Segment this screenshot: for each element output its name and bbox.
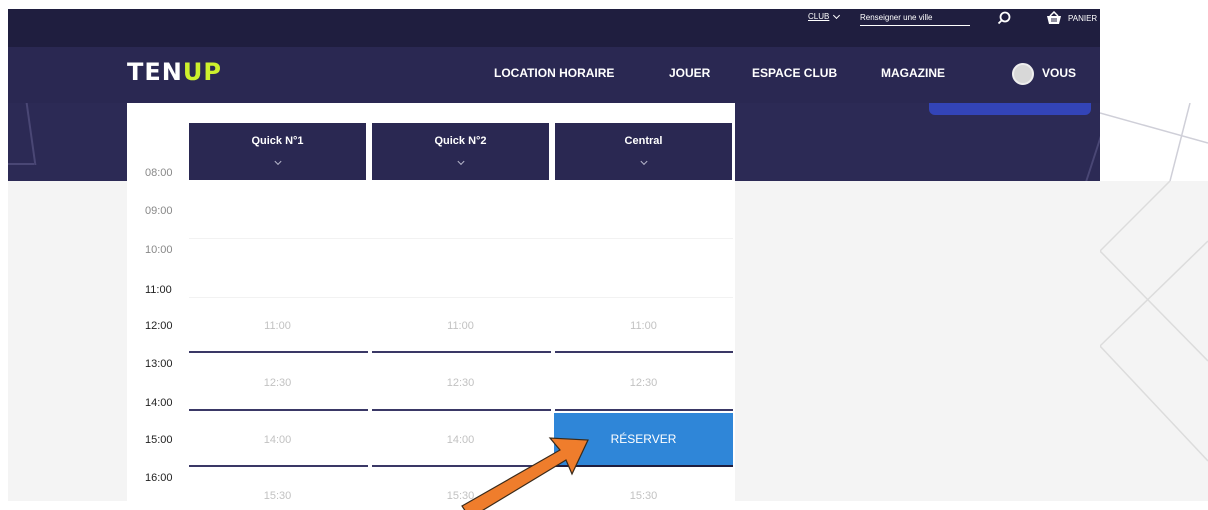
slot-time[interactable]: 11:00 <box>189 320 366 332</box>
logo-text-up: UP <box>182 58 222 86</box>
hour-label: 11:00 <box>145 284 172 296</box>
slot-separator <box>372 409 551 411</box>
grid-divider <box>189 238 733 239</box>
logo-text-ten: TEN <box>127 58 183 86</box>
nav-jouer[interactable]: JOUER <box>669 66 710 80</box>
nav-location-horaire[interactable]: LOCATION HORAIRE <box>494 66 614 80</box>
slot-time[interactable]: 11:00 <box>555 320 732 332</box>
page-background-right <box>1100 181 1208 501</box>
slot-separator <box>189 465 368 467</box>
nav-vous[interactable]: VOUS <box>1042 66 1076 80</box>
hour-label: 08:00 <box>145 167 173 179</box>
slot-separator <box>372 351 551 353</box>
page-background-left <box>8 181 127 501</box>
slot-time[interactable]: 12:30 <box>555 377 732 389</box>
slot-time[interactable]: 15:30 <box>189 490 366 502</box>
page-background-mid <box>735 181 1100 501</box>
court-line-decor <box>25 103 37 165</box>
basket-icon <box>1047 11 1061 24</box>
cart-label: PANIER <box>1068 13 1098 23</box>
slot-separator <box>555 409 733 411</box>
court-line-decor <box>8 163 34 165</box>
slot-separator <box>189 351 368 353</box>
tenup-logo[interactable]: TENUP <box>127 58 222 86</box>
chevron-down-icon <box>639 157 648 166</box>
court-name: Quick N°1 <box>251 135 304 147</box>
hour-label: 16:00 <box>145 472 173 484</box>
utility-bar <box>0 0 1208 48</box>
hour-label: 12:00 <box>145 320 173 332</box>
court-header-quick-2[interactable]: Quick N°2 <box>372 123 549 180</box>
slot-time[interactable]: 14:00 <box>189 434 366 446</box>
slot-time[interactable]: 11:00 <box>372 320 549 332</box>
slot-separator <box>189 409 368 411</box>
city-search-input[interactable] <box>860 10 970 26</box>
court-name: Quick N°2 <box>434 135 487 147</box>
court-name: Central <box>624 135 663 147</box>
chevron-down-icon <box>833 11 841 19</box>
slot-time[interactable]: 12:30 <box>189 377 366 389</box>
chevron-down-icon <box>456 157 465 166</box>
court-header-quick-1[interactable]: Quick N°1 <box>189 123 366 180</box>
hour-label: 09:00 <box>145 205 173 217</box>
hour-label: 14:00 <box>145 397 173 409</box>
club-dropdown-label: CLUB <box>808 12 830 21</box>
court-lines-decor <box>1100 103 1208 181</box>
nav-espace-club[interactable]: ESPACE CLUB <box>752 66 837 80</box>
avatar[interactable] <box>1012 63 1034 85</box>
slot-separator <box>555 351 733 353</box>
hero-right-decor <box>1100 103 1208 181</box>
grid-divider <box>189 297 733 298</box>
slot-time[interactable]: 12:30 <box>372 377 549 389</box>
club-dropdown[interactable]: CLUB <box>808 11 841 21</box>
chevron-down-icon <box>273 157 282 166</box>
hour-label: 13:00 <box>145 358 173 370</box>
court-lines-decor <box>1100 181 1208 462</box>
search-icon[interactable] <box>997 11 1011 25</box>
court-header-central[interactable]: Central <box>555 123 732 180</box>
annotation-arrow <box>461 437 589 510</box>
hour-label: 10:00 <box>145 244 173 256</box>
hour-label: 15:00 <box>145 434 173 446</box>
nav-magazine[interactable]: MAGAZINE <box>881 66 945 80</box>
cart-button[interactable]: PANIER <box>1046 11 1097 25</box>
blue-tab-decor <box>929 103 1091 115</box>
